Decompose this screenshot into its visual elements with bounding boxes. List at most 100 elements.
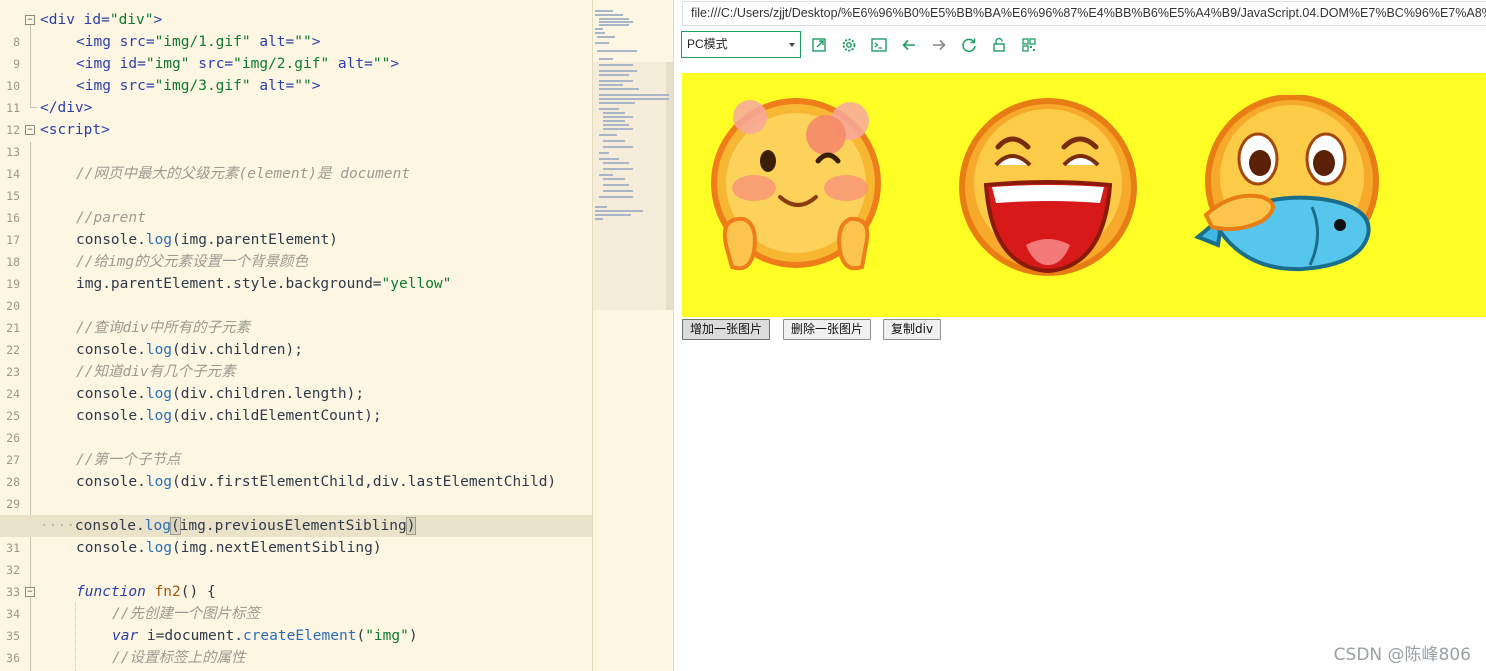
attr: id= bbox=[110, 56, 146, 72]
copy-div-button[interactable]: 复制div bbox=[883, 319, 942, 340]
code-line[interactable]: 14 bbox=[0, 141, 592, 181]
code-line[interactable]: 36 var i=document.createElement("img") bbox=[0, 625, 592, 665]
code-editor[interactable]: 8 − <div id="div"> 9 <img src="img/1.gif… bbox=[0, 0, 592, 671]
code-line[interactable]: 15 //网页中最大的父级元素(element)是 document bbox=[0, 163, 592, 203]
code-line[interactable]: 32 console.log(img.nextElementSibling) bbox=[0, 537, 592, 577]
method-name: log bbox=[145, 474, 173, 490]
browser-preview: file:///C:/Users/zjjt/Desktop/%E6%96%B0%… bbox=[674, 0, 1486, 671]
attr: alt= bbox=[250, 78, 295, 94]
mode-select[interactable]: PC模式 bbox=[681, 31, 801, 58]
code-line[interactable]: 18 console.log(img.parentElement) bbox=[0, 229, 592, 269]
code-text: console. bbox=[76, 408, 146, 424]
code-line[interactable]: 20 img.parentElement.style.background="y… bbox=[0, 273, 592, 313]
string: "" bbox=[372, 56, 391, 72]
code-line[interactable]: 29 console.log(div.firstElementChild,div… bbox=[0, 471, 592, 511]
qr-code-icon[interactable] bbox=[1018, 34, 1040, 56]
method-name: createElement bbox=[242, 628, 357, 644]
fold-collapse-icon[interactable]: − bbox=[25, 587, 35, 597]
keyword: function bbox=[76, 584, 146, 600]
attr: src= bbox=[110, 34, 155, 50]
comment: //知道div有几个子元素 bbox=[76, 364, 236, 380]
string: "div" bbox=[109, 12, 154, 28]
back-arrow-icon[interactable] bbox=[898, 34, 920, 56]
active-code-line[interactable]: 31 ····console.log(img.previousElementSi… bbox=[0, 515, 592, 555]
string: "yellow" bbox=[381, 276, 452, 292]
code-line[interactable]: 30 bbox=[0, 493, 592, 533]
url-bar[interactable]: file:///C:/Users/zjjt/Desktop/%E6%96%B0%… bbox=[682, 1, 1486, 26]
comment: //网页中最大的父级元素(element)是 document bbox=[76, 166, 411, 182]
string: "img" bbox=[365, 628, 409, 644]
method-name: log bbox=[145, 540, 173, 556]
watermark-text: CSDN @陈峰806 bbox=[1333, 645, 1471, 665]
string: "" bbox=[294, 34, 312, 50]
code-text: console. bbox=[76, 386, 146, 402]
code-line[interactable]: 19 //给img的父元素设置一个背景颜色 bbox=[0, 251, 592, 291]
code-text: ( bbox=[356, 628, 366, 644]
string: "img/2.gif" bbox=[233, 56, 330, 72]
matched-bracket: ) bbox=[405, 517, 417, 535]
code-line[interactable]: 9 <img src="img/1.gif" alt=""> bbox=[0, 31, 592, 71]
matched-bracket: ( bbox=[169, 517, 181, 535]
function-name: fn2 bbox=[154, 584, 181, 600]
code-line[interactable]: 27 bbox=[0, 427, 592, 467]
open-external-icon[interactable] bbox=[808, 34, 830, 56]
code-line[interactable]: 25 console.log(div.children.length); bbox=[0, 383, 592, 423]
code-line[interactable]: 28 //第一个子节点 bbox=[0, 449, 592, 489]
code-text: console. bbox=[74, 518, 145, 534]
code-line[interactable]: 10 <img id="img" src="img/2.gif" alt=""> bbox=[0, 53, 592, 93]
code-text: (div.childElementCount); bbox=[172, 408, 382, 424]
chevron-down-icon bbox=[789, 43, 795, 47]
method-name: log bbox=[145, 342, 173, 358]
code-line[interactable]: 23 console.log(div.children); bbox=[0, 339, 592, 379]
forward-arrow-icon[interactable] bbox=[928, 34, 950, 56]
fold-collapse-icon[interactable]: − bbox=[25, 125, 35, 135]
laughing-face-emoji-image bbox=[959, 98, 1137, 276]
string: "img" bbox=[145, 56, 190, 72]
code-line[interactable]: 26 console.log(div.childElementCount); bbox=[0, 405, 592, 445]
code-text: console. bbox=[76, 342, 146, 358]
code-line[interactable]: 21 bbox=[0, 295, 592, 335]
attr: alt= bbox=[329, 56, 373, 72]
code-text: console. bbox=[76, 232, 146, 248]
keyword: var bbox=[112, 628, 139, 644]
code-text: console. bbox=[76, 540, 146, 556]
comment: //查询div中所有的子元素 bbox=[76, 320, 251, 336]
tag: > bbox=[153, 12, 163, 28]
fold-collapse-icon[interactable]: − bbox=[25, 15, 35, 25]
remove-image-button[interactable]: 删除一张图片 bbox=[783, 319, 872, 340]
code-line[interactable]: 33 bbox=[0, 559, 592, 599]
code-line[interactable]: 17 //parent bbox=[0, 207, 592, 247]
lock-icon[interactable] bbox=[988, 34, 1010, 56]
settings-gear-icon[interactable] bbox=[838, 34, 860, 56]
tag: </div> bbox=[40, 100, 93, 116]
add-image-button[interactable]: 增加一张图片 bbox=[682, 319, 771, 340]
code-line[interactable]: 35 //先创建一个图片标签 bbox=[0, 603, 592, 643]
string: "img/1.gif" bbox=[154, 34, 251, 50]
method-name: log bbox=[145, 232, 173, 248]
minimap[interactable] bbox=[592, 0, 674, 671]
string: "" bbox=[294, 78, 312, 94]
code-line[interactable]: 13 − <script> bbox=[0, 119, 592, 159]
code-line[interactable]: 34 − function fn2() { bbox=[0, 581, 592, 621]
code-line[interactable]: 8 − <div id="div"> bbox=[0, 9, 592, 49]
string: "img/3.gif" bbox=[154, 78, 251, 94]
code-line[interactable]: 11 <img src="img/3.gif" alt=""> bbox=[0, 75, 592, 115]
attr: src= bbox=[110, 78, 155, 94]
code-line[interactable]: 24 //知道div有几个子元素 bbox=[0, 361, 592, 401]
attr: alt= bbox=[250, 34, 295, 50]
code-text: (img.nextElementSibling) bbox=[172, 540, 382, 556]
console-icon[interactable] bbox=[868, 34, 890, 56]
code-text: (div.children.length); bbox=[172, 386, 365, 402]
code-line[interactable]: 37 //设置标签上的属性 bbox=[0, 647, 592, 669]
comment: //给img的父元素设置一个背景颜色 bbox=[76, 254, 309, 270]
code-line[interactable]: 22 //查询div中所有的子元素 bbox=[0, 317, 592, 357]
code-text: (div.firstElementChild,div.lastElementCh… bbox=[172, 474, 557, 490]
tag: <script> bbox=[40, 122, 110, 138]
comment: //parent bbox=[76, 210, 146, 226]
comment: //第一个子节点 bbox=[76, 452, 181, 468]
refresh-icon[interactable] bbox=[958, 34, 980, 56]
code-line[interactable]: 16 bbox=[0, 185, 592, 225]
comment: //先创建一个图片标签 bbox=[112, 606, 260, 622]
code-line[interactable]: 12 </div> bbox=[0, 97, 592, 137]
